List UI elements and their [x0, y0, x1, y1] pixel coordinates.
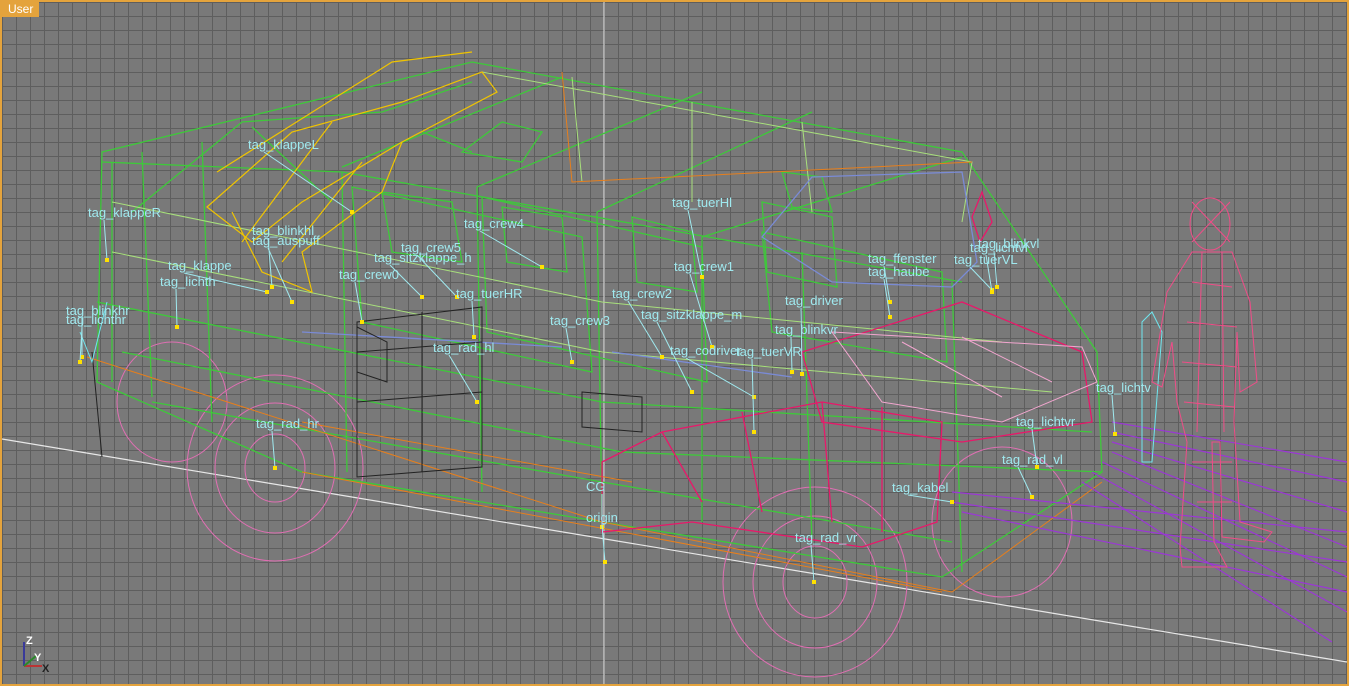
tag-point[interactable]	[270, 285, 274, 289]
tag-label[interactable]: tag_sitzklappe_h	[374, 250, 472, 265]
tag-leader-line	[479, 230, 543, 268]
tag-label[interactable]: tag_codriver	[670, 343, 742, 358]
tag-point[interactable]	[350, 210, 354, 214]
tag-leader-line	[448, 354, 478, 403]
tag-point[interactable]	[752, 430, 756, 434]
axis-gizmo: Z Y X	[23, 635, 50, 674]
tag-label[interactable]: tag_crew0	[339, 267, 399, 282]
vehicle-frame-dark	[91, 306, 643, 478]
tag-label[interactable]: tag_crew3	[550, 313, 610, 328]
tag-label[interactable]: tag_lichthr	[66, 312, 127, 327]
tag-point[interactable]	[888, 315, 892, 319]
x-axis-label: X	[42, 663, 50, 674]
tag-point[interactable]	[265, 290, 269, 294]
tag-label[interactable]: tag_sitzklappe_m	[641, 307, 742, 322]
wireframe-scene[interactable]: tag_klappeLtag_klappeRtag_blinkhltag_aus…	[2, 2, 1347, 684]
tag-label[interactable]: tag_driver	[785, 293, 843, 308]
tag-point[interactable]	[995, 285, 999, 289]
tag-leader-line	[685, 357, 755, 398]
tag-point[interactable]	[540, 265, 544, 269]
tag-label[interactable]: tag_lichtvl	[970, 240, 1028, 255]
tag-leader-line	[790, 336, 793, 373]
tag-leader-line	[907, 494, 953, 503]
tag-label[interactable]: origin	[586, 510, 618, 525]
tag-label[interactable]: tag_crew4	[464, 216, 524, 231]
tag-point[interactable]	[690, 390, 694, 394]
tag-point[interactable]	[1030, 495, 1034, 499]
tag-leader-line	[1017, 466, 1033, 498]
tag-point[interactable]	[990, 290, 994, 294]
tag-point[interactable]	[950, 500, 954, 504]
tag-label[interactable]: tag_klappe	[168, 258, 232, 273]
tag-leader-line	[175, 288, 178, 328]
viewport-label[interactable]: User	[2, 2, 40, 17]
tag-label[interactable]: tag_lichth	[160, 274, 216, 289]
y-axis-label: Y	[34, 652, 42, 664]
tag-point[interactable]	[273, 466, 277, 470]
tag-point[interactable]	[603, 560, 607, 564]
tag-label[interactable]: tag_crew2	[612, 286, 672, 301]
tag-label[interactable]: CG	[586, 479, 606, 494]
tag-leader-line	[271, 430, 276, 469]
tag-point[interactable]	[570, 360, 574, 364]
tag-point[interactable]	[475, 400, 479, 404]
tag-label[interactable]: tag_klappeR	[88, 205, 161, 220]
tag-point[interactable]	[700, 275, 704, 279]
z-axis-label: Z	[26, 635, 33, 647]
tag-label[interactable]: tag_blinkvr	[775, 322, 839, 337]
tag-label[interactable]: tag_crew1	[674, 259, 734, 274]
tag-label[interactable]: tag_lichtvr	[1016, 414, 1076, 429]
tag-label[interactable]: tag_tuerHl	[672, 195, 732, 210]
tag-point[interactable]	[360, 320, 364, 324]
tag-leader-line	[1111, 394, 1116, 435]
tag-label[interactable]: tag_haube	[868, 264, 929, 279]
tag-label[interactable]: tag_rad_hr	[256, 416, 320, 431]
tag-leader-line	[263, 151, 353, 213]
tag-point[interactable]	[420, 295, 424, 299]
tag-leader-line	[800, 307, 803, 375]
tag-label[interactable]: tag_rad_vl	[1002, 452, 1063, 467]
tag-label[interactable]: tag_rad_hl	[433, 340, 495, 355]
viewport-user[interactable]: User tag_klappeL tag_klappeR tag_blinkhl…	[0, 0, 1349, 686]
tag-point[interactable]	[472, 335, 476, 339]
tag-point[interactable]	[812, 580, 816, 584]
tag-point[interactable]	[888, 300, 892, 304]
tag-label[interactable]: tag_auspuff	[252, 233, 320, 248]
tag-label[interactable]: tag_rad_vr	[795, 530, 858, 545]
vehicle-frame-pink	[830, 331, 1098, 423]
tag-leader-line	[103, 219, 108, 261]
tag-label[interactable]: tag_kabel	[892, 480, 948, 495]
tag-point[interactable]	[78, 360, 82, 364]
tag-point[interactable]	[105, 258, 109, 262]
tag-leader-line	[267, 247, 293, 303]
tag-label[interactable]: tag_lichtv	[1096, 380, 1151, 395]
tag-label[interactable]: tag_klappeL	[248, 137, 319, 152]
tag-point[interactable]	[1113, 432, 1117, 436]
tag-point[interactable]	[175, 325, 179, 329]
tag-point[interactable]	[790, 370, 794, 374]
tag-label[interactable]: tag_tuerHR	[456, 286, 522, 301]
tag-point[interactable]	[290, 300, 294, 304]
tag-leader-line	[471, 300, 475, 338]
tag-point[interactable]	[800, 372, 804, 376]
tag-point[interactable]	[660, 355, 664, 359]
human-reference-figure	[1151, 197, 1273, 568]
